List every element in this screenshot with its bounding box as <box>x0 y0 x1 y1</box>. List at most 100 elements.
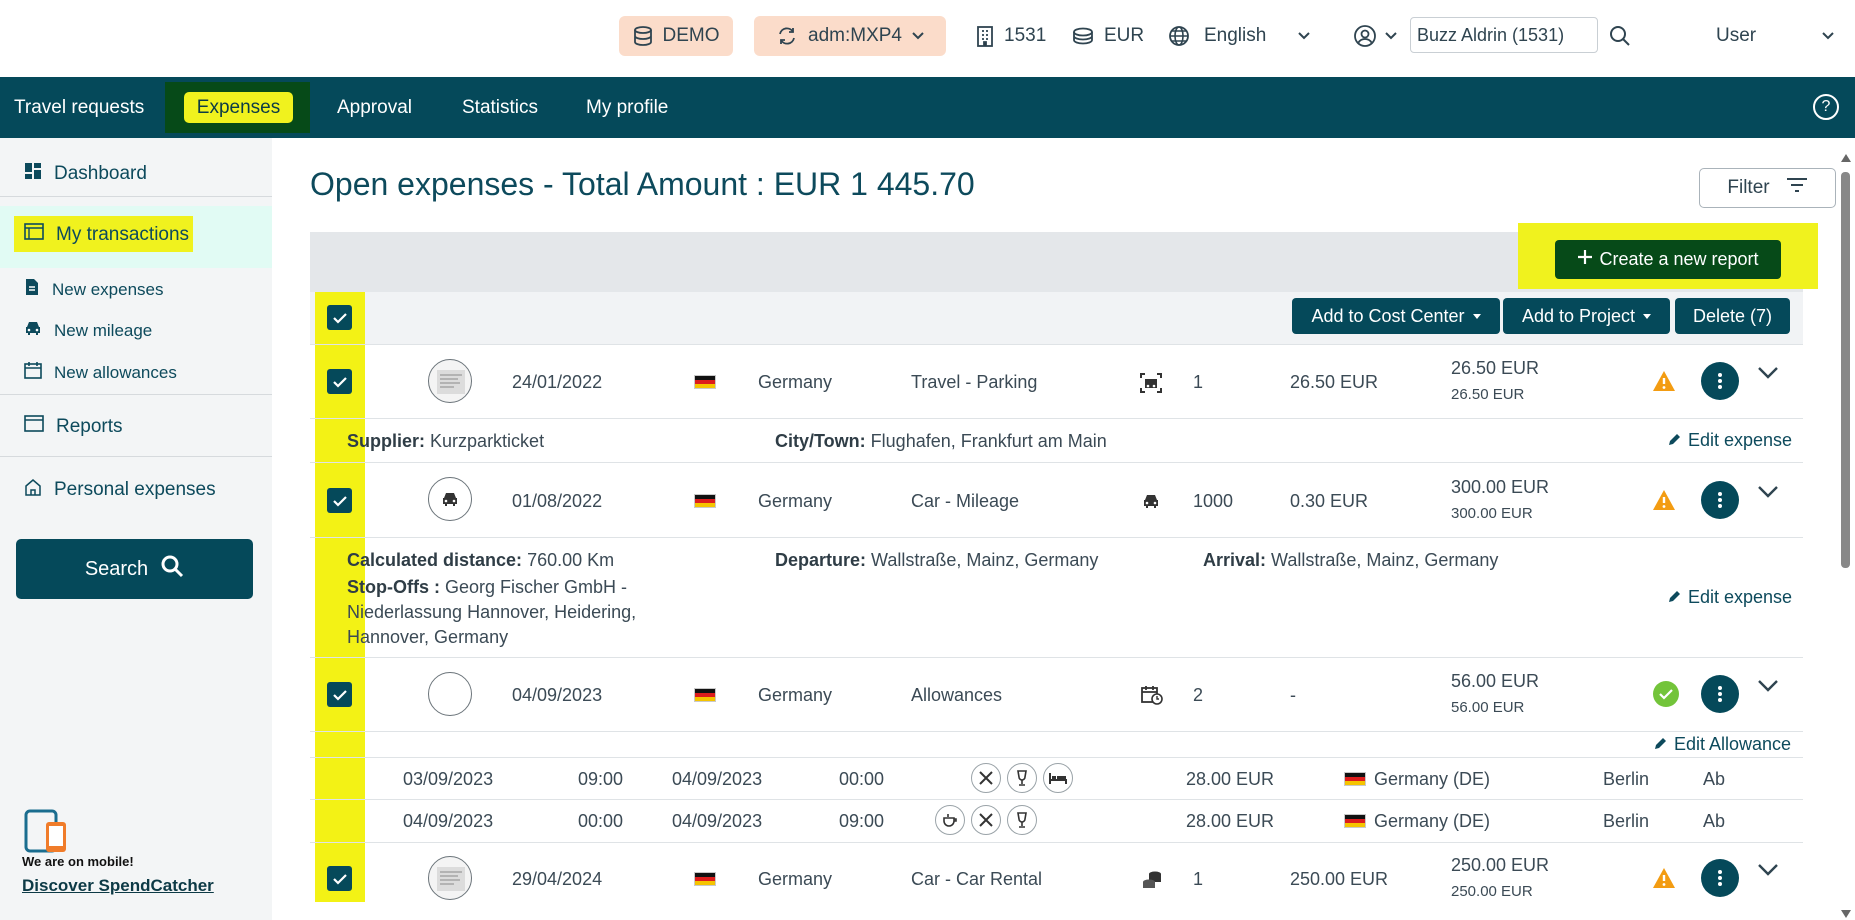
create-report-label: Create a new report <box>1599 249 1759 269</box>
allowance-thumbnail[interactable] <box>428 672 472 716</box>
search-icon[interactable] <box>1609 16 1631 56</box>
sidebar-item-new-mileage[interactable]: New mileage <box>24 320 152 341</box>
divider <box>310 344 1803 345</box>
check-circle-icon[interactable] <box>1653 681 1679 707</box>
expense-category: Allowances <box>911 685 1003 705</box>
create-report-button[interactable]: Create a new report <box>1555 240 1781 279</box>
search-icon <box>160 554 184 584</box>
expense-date: 29/04/2024 <box>512 869 603 889</box>
language-select[interactable]: English <box>1168 16 1311 56</box>
city-detail: City/Town: Flughafen, Frankfurt am Main <box>775 431 1107 451</box>
row-checkbox[interactable] <box>327 488 352 513</box>
dinner-glass-icon <box>1007 805 1037 835</box>
nav-expenses[interactable]: Expenses <box>184 92 293 123</box>
allowance-to-time: 00:00 <box>839 769 885 789</box>
row-menu-button[interactable] <box>1701 481 1739 519</box>
search-button-label: Search <box>84 557 149 580</box>
expense-quantity: 1 <box>1193 869 1204 889</box>
spendcatcher-link[interactable]: Discover SpendCatcher <box>22 876 214 896</box>
add-to-cost-center-button[interactable]: Add to Cost Center <box>1292 298 1500 334</box>
edit-expense-link[interactable]: Edit expense <box>1668 430 1792 451</box>
calendar-clock-icon <box>1141 685 1163 710</box>
car-icon <box>24 320 42 341</box>
receipt-thumbnail[interactable] <box>428 856 472 900</box>
sidebar-item-new-allowances[interactable]: New allowances <box>24 361 177 384</box>
expense-unit-price: 250.00 EUR <box>1290 869 1389 889</box>
expense-total-converted: 300.00 EUR <box>1451 505 1533 522</box>
receipt-thumbnail[interactable] <box>428 359 472 403</box>
parking-icon <box>1139 372 1163 399</box>
sidebar-item-dashboard[interactable]: Dashboard <box>24 162 147 186</box>
caret-down-icon <box>1643 313 1652 319</box>
calendar-icon <box>24 361 42 384</box>
nav-travel-requests[interactable]: Travel requests <box>14 77 144 138</box>
expense-country: Germany <box>758 869 833 889</box>
lunch-icon <box>971 763 1001 793</box>
warning-icon[interactable] <box>1652 489 1676 511</box>
allowance-city: Berlin <box>1603 811 1650 831</box>
allowance-from-date: 03/09/2023 <box>403 769 494 789</box>
mileage-thumbnail[interactable] <box>428 477 472 521</box>
scroll-down-arrow-icon[interactable] <box>1840 906 1852 920</box>
user-search-input[interactable] <box>1410 17 1598 53</box>
user-switch-dropdown[interactable] <box>1353 16 1397 56</box>
sidebar-item-my-transactions[interactable]: My transactions <box>24 223 189 246</box>
main-nav: Travel requests Expenses Approval Statis… <box>0 77 1855 138</box>
entity-indicator[interactable]: 1531 <box>976 16 1046 56</box>
expense-country: Germany <box>758 372 833 392</box>
germany-flag-icon <box>1344 814 1366 828</box>
sidebar-item-new-expenses[interactable]: New expenses <box>24 278 164 301</box>
nav-my-profile[interactable]: My profile <box>586 77 668 138</box>
row-menu-button[interactable] <box>1701 675 1739 713</box>
select-all-checkbox[interactable] <box>327 305 352 330</box>
allowance-extra: Ab <box>1703 811 1726 831</box>
filter-button[interactable]: Filter <box>1699 168 1836 208</box>
sidebar-label: My transactions <box>56 223 190 245</box>
expense-total-converted: 250.00 EUR <box>1451 883 1533 900</box>
sidebar-label: Reports <box>56 415 123 437</box>
expense-date: 24/01/2022 <box>512 372 603 392</box>
lunch-icon <box>971 805 1001 835</box>
edit-allowance-link[interactable]: Edit Allowance <box>1654 734 1791 755</box>
germany-flag-icon <box>694 375 716 389</box>
user-circle-icon <box>1353 24 1377 48</box>
divider <box>310 462 1803 463</box>
currency-label: EUR <box>1104 25 1145 46</box>
nav-statistics[interactable]: Statistics <box>462 77 538 138</box>
row-menu-button[interactable] <box>1701 362 1739 400</box>
pencil-icon <box>1668 430 1682 451</box>
sidebar-label: New allowances <box>54 362 177 382</box>
scroll-up-arrow-icon[interactable] <box>1840 150 1852 168</box>
help-icon[interactable]: ? <box>1813 94 1839 120</box>
building-icon <box>976 25 994 47</box>
nav-approval[interactable]: Approval <box>337 77 412 138</box>
sidebar-item-reports[interactable]: Reports <box>24 415 123 438</box>
warning-icon[interactable] <box>1652 370 1676 392</box>
warning-icon[interactable] <box>1652 867 1676 889</box>
germany-flag-icon <box>1344 772 1366 786</box>
user-menu[interactable]: User <box>1716 16 1834 56</box>
allowance-amount: 28.00 EUR <box>1186 769 1275 789</box>
company-switcher[interactable]: adm:MXP4 <box>754 16 946 56</box>
row-checkbox[interactable] <box>327 682 352 707</box>
mobile-promo-text: We are on mobile! <box>22 854 134 869</box>
button-label: Delete (7) <box>1692 305 1773 326</box>
delete-button[interactable]: Delete (7) <box>1675 298 1790 334</box>
expand-chevron-icon[interactable] <box>1757 485 1779 507</box>
expand-chevron-icon[interactable] <box>1757 679 1779 701</box>
row-menu-button[interactable] <box>1701 859 1739 897</box>
add-to-project-button[interactable]: Add to Project <box>1503 298 1670 334</box>
vertical-scrollbar[interactable] <box>1841 172 1850 568</box>
expense-total: 26.50 EUR <box>1451 358 1540 378</box>
edit-expense-link[interactable]: Edit expense <box>1668 587 1792 608</box>
expand-chevron-icon[interactable] <box>1757 366 1779 388</box>
env-badge[interactable]: DEMO <box>619 16 733 56</box>
sidebar-item-personal-expenses[interactable]: Personal expenses <box>24 478 216 502</box>
sidebar-search-button[interactable]: Search <box>16 539 253 599</box>
currency-indicator[interactable]: EUR <box>1072 16 1144 56</box>
row-checkbox[interactable] <box>327 866 352 891</box>
arrival-detail: Arrival: Wallstraße, Mainz, Germany <box>1203 550 1499 570</box>
row-checkbox[interactable] <box>327 369 352 394</box>
expand-chevron-icon[interactable] <box>1757 863 1779 885</box>
coins-icon <box>1072 27 1094 45</box>
